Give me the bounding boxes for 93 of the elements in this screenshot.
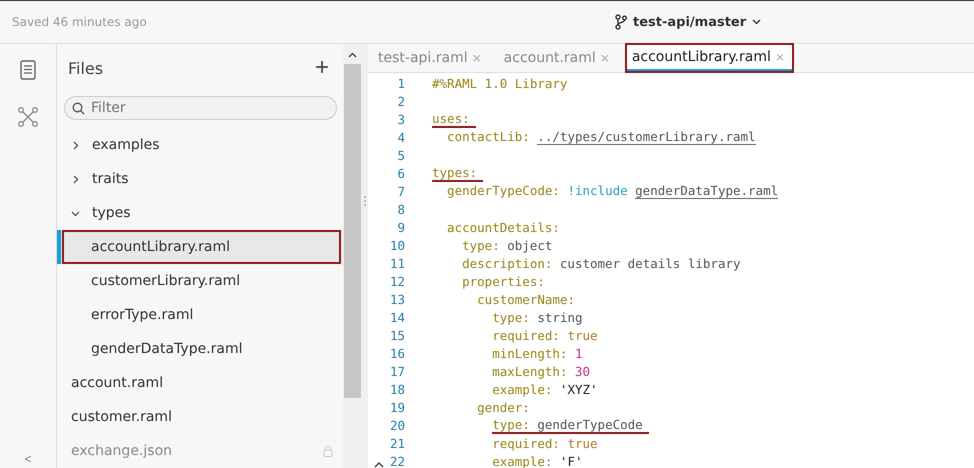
code-key: #%RAML 1.0 Library bbox=[432, 76, 568, 90]
file-name: accountLibrary.raml bbox=[91, 239, 230, 255]
file-tab[interactable]: accountLibrary.raml × bbox=[626, 44, 793, 72]
chevron-right-icon bbox=[71, 140, 80, 150]
file-name: customer.raml bbox=[71, 409, 172, 425]
line-number: 3 bbox=[396, 112, 405, 126]
code-key: uses: bbox=[432, 110, 470, 126]
file-item[interactable]: customer.raml bbox=[57, 400, 343, 434]
file-item[interactable]: errorType.raml bbox=[57, 298, 343, 332]
code-key: customerName: bbox=[477, 292, 575, 306]
code-key: example: bbox=[492, 382, 552, 396]
save-status: Saved 46 minutes ago bbox=[12, 15, 147, 29]
file-name: customerLibrary.raml bbox=[91, 273, 240, 289]
line-number: 20 bbox=[388, 418, 405, 432]
line-number: 21 bbox=[388, 436, 405, 450]
code-value: genderTypeCode bbox=[537, 416, 643, 432]
line-number: 6 bbox=[396, 166, 405, 180]
line-number: 4 bbox=[396, 130, 405, 144]
code-string: 'F' bbox=[560, 454, 582, 468]
line-number: 19 bbox=[388, 400, 405, 414]
code-value: object bbox=[507, 238, 552, 252]
code-key: type: bbox=[492, 310, 530, 324]
tab-label: account.raml bbox=[504, 50, 596, 66]
code-key: type: bbox=[492, 416, 530, 432]
network-icon[interactable] bbox=[17, 106, 39, 128]
line-number: 10 bbox=[388, 238, 405, 252]
panel-title: Files bbox=[68, 58, 104, 78]
scroll-up-icon[interactable] bbox=[348, 52, 357, 58]
resize-handle[interactable] bbox=[364, 196, 366, 206]
collapse-button[interactable]: < bbox=[24, 452, 32, 468]
code-key: maxLength: bbox=[492, 364, 568, 378]
chevron-right-icon bbox=[71, 174, 80, 184]
line-number: 22 bbox=[388, 454, 405, 468]
tab-label: test-api.raml bbox=[378, 50, 468, 66]
file-name: types bbox=[92, 205, 131, 221]
filter-field[interactable]: Filter bbox=[64, 96, 337, 120]
code-key: type: bbox=[462, 238, 500, 252]
code-value: true bbox=[567, 328, 598, 342]
line-number: 14 bbox=[388, 310, 405, 324]
file-name: examples bbox=[92, 137, 160, 153]
code-key: contactLib: bbox=[447, 129, 530, 145]
file-item[interactable]: genderDataType.raml bbox=[57, 332, 343, 366]
code-key: genderTypeCode: bbox=[447, 183, 560, 199]
line-number: 5 bbox=[396, 148, 405, 162]
file-name: exchange.json bbox=[71, 443, 172, 459]
line-number: 18 bbox=[388, 382, 405, 396]
tab-label: accountLibrary.raml bbox=[632, 48, 771, 64]
add-button[interactable]: + bbox=[314, 56, 329, 80]
scroll-up-icon[interactable] bbox=[374, 461, 384, 468]
code-value: customer details library bbox=[560, 256, 741, 270]
file-name: account.raml bbox=[71, 375, 164, 391]
branch-name[interactable]: test-api/master bbox=[633, 14, 746, 30]
code-key: accountDetails: bbox=[447, 220, 560, 234]
line-number: 8 bbox=[396, 202, 405, 216]
line-number: 2 bbox=[396, 94, 405, 108]
folder-item[interactable]: types bbox=[57, 196, 343, 230]
chevron-down-icon[interactable] bbox=[752, 19, 762, 25]
code-number: 30 bbox=[574, 364, 590, 378]
file-name: traits bbox=[92, 171, 128, 187]
line-number: 16 bbox=[388, 346, 405, 360]
code-key: description: bbox=[462, 256, 552, 270]
code-number: 1 bbox=[574, 346, 582, 360]
code-key: required: bbox=[492, 436, 560, 450]
code-key: required: bbox=[492, 328, 560, 342]
file-item[interactable]: account.raml bbox=[57, 366, 343, 400]
code-string: 'XYZ' bbox=[560, 382, 598, 396]
code-value: string bbox=[537, 310, 582, 324]
document-icon[interactable] bbox=[20, 60, 36, 80]
scrollbar[interactable] bbox=[343, 44, 362, 468]
file-item[interactable]: accountLibrary.raml bbox=[57, 230, 343, 264]
file-item[interactable]: customerLibrary.raml bbox=[57, 264, 343, 298]
line-number: 13 bbox=[388, 292, 405, 306]
line-number: 7 bbox=[396, 184, 405, 198]
file-name: errorType.raml bbox=[91, 307, 194, 323]
line-number: 1 bbox=[396, 76, 405, 90]
folder-item[interactable]: traits bbox=[57, 162, 343, 196]
line-number: 17 bbox=[388, 364, 405, 378]
code-key: gender: bbox=[477, 400, 530, 414]
code-key: properties: bbox=[462, 274, 545, 288]
code-key: example: bbox=[492, 454, 552, 468]
code-keyword: !include bbox=[567, 183, 628, 199]
code-key: minLength: bbox=[492, 346, 568, 360]
line-number: 9 bbox=[396, 220, 405, 234]
file-name: genderDataType.raml bbox=[91, 341, 243, 357]
code-key: types: bbox=[432, 164, 478, 180]
code-value: true bbox=[567, 436, 598, 450]
line-number: 12 bbox=[388, 274, 405, 288]
line-number: 11 bbox=[388, 256, 405, 270]
line-number: 15 bbox=[388, 328, 405, 342]
folder-item[interactable]: examples bbox=[57, 128, 343, 162]
chevron-down-icon bbox=[71, 208, 80, 218]
branch-icon bbox=[615, 14, 627, 30]
lock-icon bbox=[323, 445, 333, 457]
